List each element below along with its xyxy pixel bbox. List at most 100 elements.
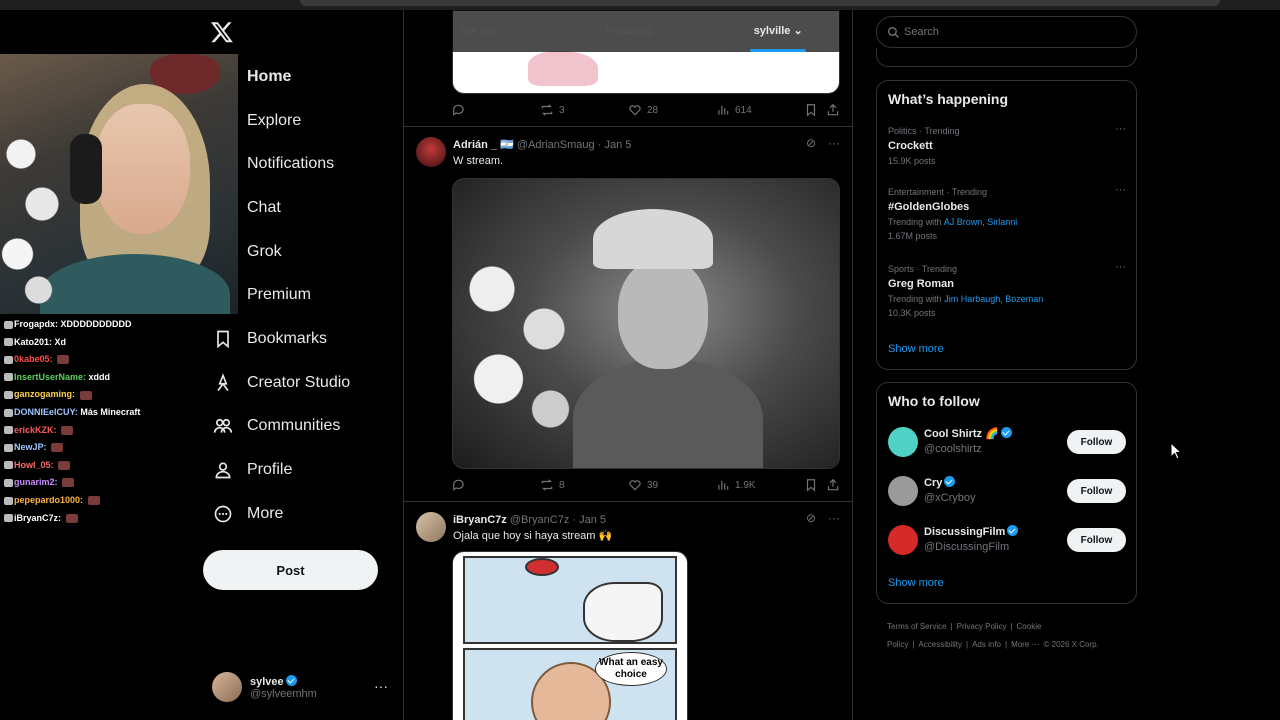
- chat-message: InsertUserName: xddd: [4, 369, 204, 387]
- show-more-link[interactable]: Show more: [888, 343, 944, 355]
- tweet-date[interactable]: · Jan 5: [572, 514, 606, 526]
- search-bar[interactable]: [876, 16, 1137, 48]
- tab-following[interactable]: Following: [554, 10, 704, 52]
- chat-emote-icon: [61, 425, 74, 435]
- chat-emote-icon: [79, 390, 92, 400]
- follow-button[interactable]: Follow: [1067, 479, 1126, 503]
- x-logo-icon[interactable]: [210, 20, 236, 46]
- follow-suggestion[interactable]: Cry @xCryboy Follow: [888, 474, 1126, 508]
- suggestion-name[interactable]: Cry: [924, 477, 942, 489]
- suggestion-avatar[interactable]: [888, 476, 918, 506]
- suggestion-avatar[interactable]: [888, 525, 918, 555]
- footer-link[interactable]: © 2026 X Corp.: [1044, 640, 1099, 649]
- trend-item[interactable]: Politics · Trending Crockett 15.9K posts ··…: [888, 123, 1126, 168]
- search-input[interactable]: [904, 26, 1104, 38]
- show-more-link[interactable]: Show more: [888, 577, 944, 589]
- verified-badge-icon: [1000, 427, 1012, 438]
- footer-link[interactable]: Ads info: [972, 640, 1001, 649]
- replie-button[interactable]: [452, 478, 471, 492]
- follow-suggestion[interactable]: Cool Shirtz 🌈 @coolshirtz Follow: [888, 425, 1126, 459]
- trend-with-links[interactable]: AJ Brown, Sirlanni: [944, 217, 1018, 227]
- suggestion-name[interactable]: DiscussingFilm: [924, 526, 1005, 538]
- more-dots-icon[interactable]: ···: [828, 136, 840, 150]
- more-dots-icon[interactable]: ···: [1115, 123, 1126, 135]
- tab-sylville[interactable]: sylville ⌄: [703, 10, 852, 52]
- view-button[interactable]: 1.9K: [716, 478, 756, 492]
- more-dots-icon[interactable]: ···: [1115, 261, 1126, 273]
- tweet-media-photo[interactable]: [452, 178, 840, 469]
- tab-for-you[interactable]: For you: [404, 10, 554, 52]
- chat-text: Xd: [54, 336, 67, 347]
- tweet-text: Ojala que hoy si haya stream 🙌: [453, 530, 613, 542]
- bookmark-icon: [806, 104, 816, 117]
- tweet-author-handle[interactable]: @AdrianSmaug: [517, 139, 595, 151]
- more-dots-icon[interactable]: ···: [374, 678, 388, 694]
- home-icon: [210, 64, 236, 90]
- suggestion-handle[interactable]: @DiscussingFilm: [924, 540, 1067, 555]
- post-button[interactable]: Post: [203, 550, 378, 590]
- meme-speech-bubble: What an easy choice: [595, 652, 667, 686]
- suggestion-name[interactable]: Cool Shirtz 🌈: [924, 428, 999, 440]
- footer-link[interactable]: More ···: [1011, 640, 1039, 649]
- tweet-author-name[interactable]: iBryanC7z: [453, 514, 507, 526]
- streamer-face: [95, 104, 190, 234]
- like-icon: [629, 480, 641, 491]
- footer-link[interactable]: Accessibility: [918, 640, 962, 649]
- like-button[interactable]: 28: [628, 103, 658, 117]
- chat-message: NewJP:: [4, 439, 204, 457]
- chat-badge-icon: [4, 408, 13, 417]
- nav-item-home[interactable]: Home: [210, 55, 390, 99]
- nav-item-chat[interactable]: Chat: [210, 186, 390, 230]
- suggestion-handle[interactable]: @coolshirtz: [924, 442, 1067, 457]
- nav-item-notifications[interactable]: Notifications: [210, 142, 390, 186]
- verified-badge-icon: [944, 476, 956, 487]
- suggestion-avatar[interactable]: [888, 427, 918, 457]
- chat-badge-icon: [4, 426, 13, 435]
- suggestion-handle[interactable]: @xCryboy: [924, 491, 1067, 506]
- view-button[interactable]: 614: [716, 103, 752, 117]
- more-dots-icon[interactable]: ···: [828, 511, 840, 525]
- nav-item-label: Bookmarks: [247, 329, 328, 347]
- repost-button[interactable]: 8: [540, 478, 565, 492]
- follow-button[interactable]: Follow: [1067, 528, 1126, 552]
- chat-username: Frogapdx:: [14, 319, 58, 329]
- nav-item-bookmarks[interactable]: Bookmarks: [210, 317, 390, 361]
- grok-icon[interactable]: ⊘: [806, 136, 816, 150]
- account-switcher[interactable]: sylvee @sylveemhm ···: [212, 670, 392, 704]
- footer-link[interactable]: Privacy Policy: [957, 622, 1007, 631]
- reposts-count: 3: [559, 104, 565, 116]
- nav-item-grok[interactable]: Grok: [210, 230, 390, 274]
- tweet-date[interactable]: · Jan 5: [598, 139, 632, 151]
- tweet-media-meme[interactable]: What an easy choice: [452, 551, 688, 720]
- nav-item-profile[interactable]: Profile: [210, 448, 390, 492]
- trend-with-links[interactable]: Jim Harbaugh, Bozeman: [944, 294, 1043, 304]
- chat-username: Howl_05:: [14, 459, 54, 470]
- bookmark-button[interactable]: [804, 478, 818, 492]
- nav-item-communities[interactable]: Communities: [210, 405, 390, 449]
- trend-item[interactable]: Entertainment · Trending #GoldenGlobes Tre…: [888, 184, 1126, 243]
- footer-link[interactable]: Terms of Service: [887, 622, 947, 631]
- chat-emote-icon: [58, 460, 71, 470]
- more-dots-icon[interactable]: ···: [1115, 184, 1126, 196]
- trend-item[interactable]: Sports · Trending Greg Roman Trending with…: [888, 261, 1126, 320]
- nav-item-label: Grok: [247, 242, 282, 260]
- nav-item-more[interactable]: More: [210, 492, 390, 536]
- grok-icon[interactable]: ⊘: [806, 511, 816, 525]
- replie-button[interactable]: [452, 103, 471, 117]
- nav-item-creator-studio[interactable]: Creator Studio: [210, 361, 390, 405]
- tweet-author-name[interactable]: Adrián _: [453, 139, 497, 151]
- share-button[interactable]: [826, 103, 840, 117]
- nav-item-premium[interactable]: Premium: [210, 273, 390, 317]
- bookmark-button[interactable]: [804, 103, 818, 117]
- nav-item-explore[interactable]: Explore: [210, 99, 390, 143]
- tweet-author-handle[interactable]: @BryanC7z: [510, 514, 569, 526]
- more-circle-icon: [210, 501, 236, 527]
- like-button[interactable]: 39: [628, 478, 658, 492]
- follow-suggestion[interactable]: DiscussingFilm @DiscussingFilm Follow: [888, 523, 1126, 557]
- tweet-avatar[interactable]: [416, 512, 446, 542]
- verified-badge-icon: [1007, 525, 1019, 536]
- follow-button[interactable]: Follow: [1067, 430, 1126, 454]
- repost-button[interactable]: 3: [540, 103, 565, 117]
- share-button[interactable]: [826, 478, 840, 492]
- tweet-avatar[interactable]: [416, 137, 446, 167]
